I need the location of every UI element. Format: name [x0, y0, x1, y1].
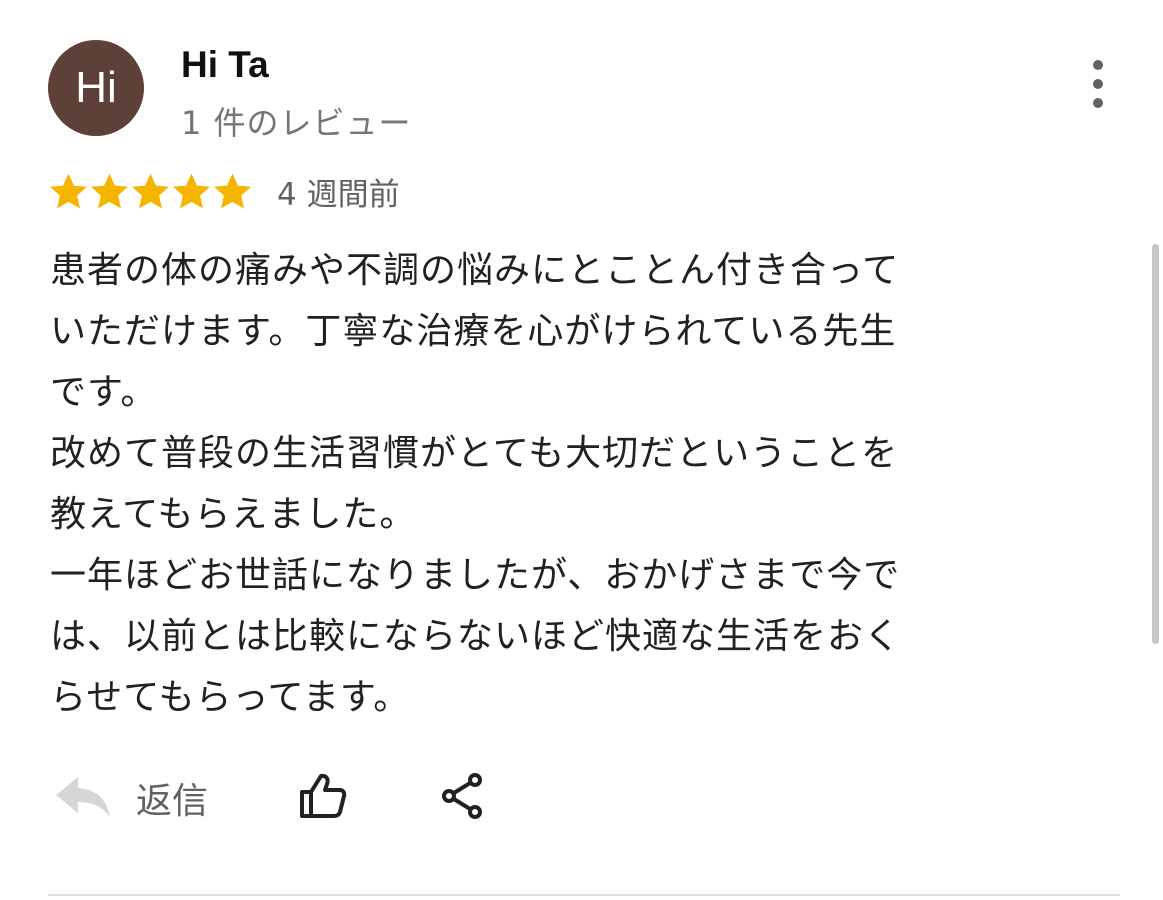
like-button[interactable]	[298, 771, 348, 825]
divider	[48, 894, 1120, 896]
review-text-line: は、以前とは比較にならないほど快適な生活をおく	[50, 616, 902, 657]
thumbs-up-icon	[298, 773, 348, 825]
review-text-line: いただけます。丁寧な治療を心がけられている先生	[50, 311, 897, 352]
review-text-line: らせてもらってます。	[50, 677, 411, 718]
star-icon	[212, 171, 253, 211]
more-options-button[interactable]	[1080, 56, 1116, 112]
reply-button[interactable]: 返信	[54, 772, 208, 824]
star-icon	[89, 171, 130, 211]
star-rating	[48, 171, 253, 211]
review-time-ago: 4 週間前	[277, 176, 400, 213]
rating-row: 4 週間前	[48, 166, 400, 216]
review-text: 患者の体の痛みや不調の悩みにとことん付き合って いただけます。丁寧な治療を心がけ…	[50, 240, 1035, 728]
review-text-line: 改めて普段の生活習慣がとても大切だということを	[50, 433, 899, 474]
reviewer-avatar[interactable]: Hi	[48, 40, 144, 136]
star-icon	[48, 171, 89, 211]
share-button[interactable]	[440, 772, 484, 824]
reviewer-name[interactable]: Hi Ta	[181, 44, 269, 86]
reviewer-review-count: 1 件のレビュー	[181, 104, 412, 142]
star-icon	[171, 171, 212, 211]
reply-label: 返信	[136, 781, 209, 822]
review-text-line: 教えてもらえました。	[50, 494, 417, 535]
review-text-line: です。	[50, 372, 158, 413]
review-text-line: 一年ほどお世話になりましたが、おかげさまで今で	[50, 555, 901, 596]
share-icon	[440, 773, 484, 824]
avatar-initials: Hi	[75, 63, 117, 112]
scrollbar[interactable]	[1152, 244, 1159, 644]
review-text-line: 患者の体の痛みや不調の悩みにとことん付き合って	[50, 250, 900, 291]
star-icon	[130, 171, 171, 211]
reply-arrow-icon	[54, 773, 112, 823]
review-actions: 返信	[54, 768, 484, 828]
